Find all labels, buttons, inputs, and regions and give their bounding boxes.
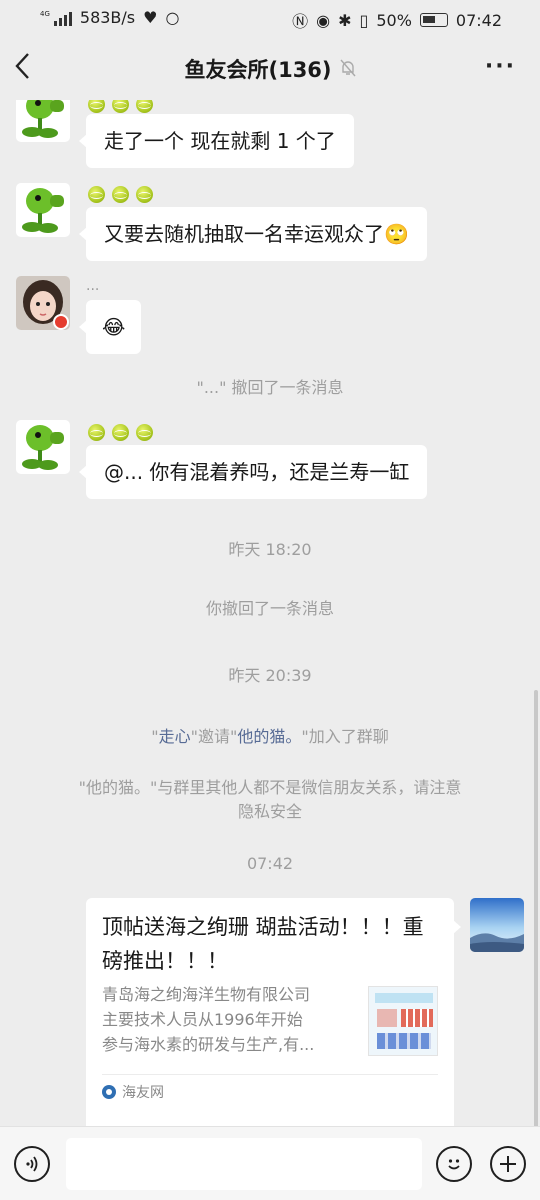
nickname-balls xyxy=(88,186,153,203)
ellipsis-icon[interactable]: ··· xyxy=(485,54,516,79)
nickname-balls xyxy=(88,424,153,441)
tennis-ball-icon xyxy=(112,424,129,441)
network-speed: 583B/s xyxy=(79,8,136,27)
emoji-icon[interactable] xyxy=(436,1146,472,1182)
chat-header: 鱼友会所(136) ··· xyxy=(0,38,540,100)
group-name: 鱼友会所(136) xyxy=(184,58,332,82)
plus-icon[interactable] xyxy=(490,1146,526,1182)
eye-icon: ◉ xyxy=(316,10,331,30)
tennis-ball-icon xyxy=(88,424,105,441)
divider xyxy=(102,1074,438,1075)
tennis-ball-icon xyxy=(136,424,153,441)
avatar-self[interactable] xyxy=(470,898,524,952)
message-input[interactable] xyxy=(66,1138,422,1190)
link-card[interactable]: 顶帖送海之绚珊 瑚盐活动！！！重磅推出！！！ 青岛海之绚海洋生物有限公司 主要技… xyxy=(86,898,461,1126)
status-left: 4G 583B/s ♥ ○ xyxy=(40,8,179,27)
vibrate-icon: ▯ xyxy=(359,10,369,30)
status-right: Ⓝ ◉ ✱ ▯ 50% 07:42 xyxy=(292,8,502,32)
circle-icon: ○ xyxy=(165,8,180,27)
source-name: 海友网 xyxy=(122,1085,164,1101)
bell-off-icon xyxy=(339,59,356,81)
scrollbar[interactable] xyxy=(534,690,538,1126)
nickname: ... xyxy=(86,278,100,294)
avatar-peashooter[interactable] xyxy=(16,100,70,142)
tennis-ball-icon xyxy=(136,186,153,203)
link-card-source: 海友网 xyxy=(102,1082,164,1102)
clock: 07:42 xyxy=(455,10,502,30)
bluetooth-icon: ✱ xyxy=(338,10,352,30)
nickname-balls xyxy=(88,100,153,113)
message-bubble[interactable]: 又要去随机抽取一名幸运观众了🙄 xyxy=(79,207,427,261)
network-type: 4G xyxy=(40,9,50,18)
source-logo-icon xyxy=(102,1085,116,1099)
signal-icon: 4G xyxy=(40,10,72,26)
tennis-ball-icon xyxy=(88,100,105,113)
battery-percent: 50% xyxy=(376,10,412,30)
privacy-notice: "他的猫。"与群里其他人都不是微信朋友关系，请注意 隐私安全 xyxy=(78,778,462,821)
input-bar xyxy=(0,1126,540,1200)
link-card-description: 青岛海之绚海洋生物有限公司 主要技术人员从1996年开始 参与海水素的研发与生产… xyxy=(102,985,315,1054)
message-bubble[interactable]: 走了一个 现在就剩 1 个了 xyxy=(79,114,354,168)
tennis-ball-icon xyxy=(112,186,129,203)
avatar-peashooter[interactable] xyxy=(16,420,70,474)
status-bar: 4G 583B/s ♥ ○ Ⓝ ◉ ✱ ▯ 50% 07:42 xyxy=(0,0,540,38)
nfc-icon: Ⓝ xyxy=(292,12,309,31)
link-card-thumbnail xyxy=(368,986,438,1056)
inviter-link[interactable]: 走心 xyxy=(159,727,191,746)
invitee-link[interactable]: 他的猫。 xyxy=(237,727,301,746)
tennis-ball-icon xyxy=(112,100,129,113)
system-message: 你撤回了一条消息 xyxy=(205,599,334,618)
heart-icon: ♥ xyxy=(143,8,158,27)
system-invite-message: "走心"邀请"他的猫。"加入了群聊 xyxy=(151,727,389,746)
message-bubble[interactable]: 😂 xyxy=(78,300,142,354)
timestamp: 07:42 xyxy=(246,854,294,873)
tennis-ball-icon xyxy=(88,186,105,203)
voice-icon[interactable] xyxy=(14,1146,50,1182)
message-bubble[interactable]: @... 你有混着养吗，还是兰寿一缸 xyxy=(78,445,428,499)
system-message: "..." 撤回了一条消息 xyxy=(196,378,344,397)
chat-title: 鱼友会所(136) xyxy=(0,54,540,84)
timestamp: 昨天 20:39 xyxy=(228,666,312,685)
timestamp: 昨天 18:20 xyxy=(228,540,312,559)
avatar-girl[interactable] xyxy=(16,276,70,330)
tennis-ball-icon xyxy=(136,100,153,113)
battery-icon xyxy=(419,13,448,27)
avatar-peashooter[interactable] xyxy=(16,183,70,237)
message-list[interactable]: 走了一个 现在就剩 1 个了 又要去随机抽取一名幸运观众了🙄 ... 😂 "..… xyxy=(0,100,540,1126)
link-card-title: 顶帖送海之绚珊 瑚盐活动！！！重磅推出！！！ xyxy=(102,915,424,973)
